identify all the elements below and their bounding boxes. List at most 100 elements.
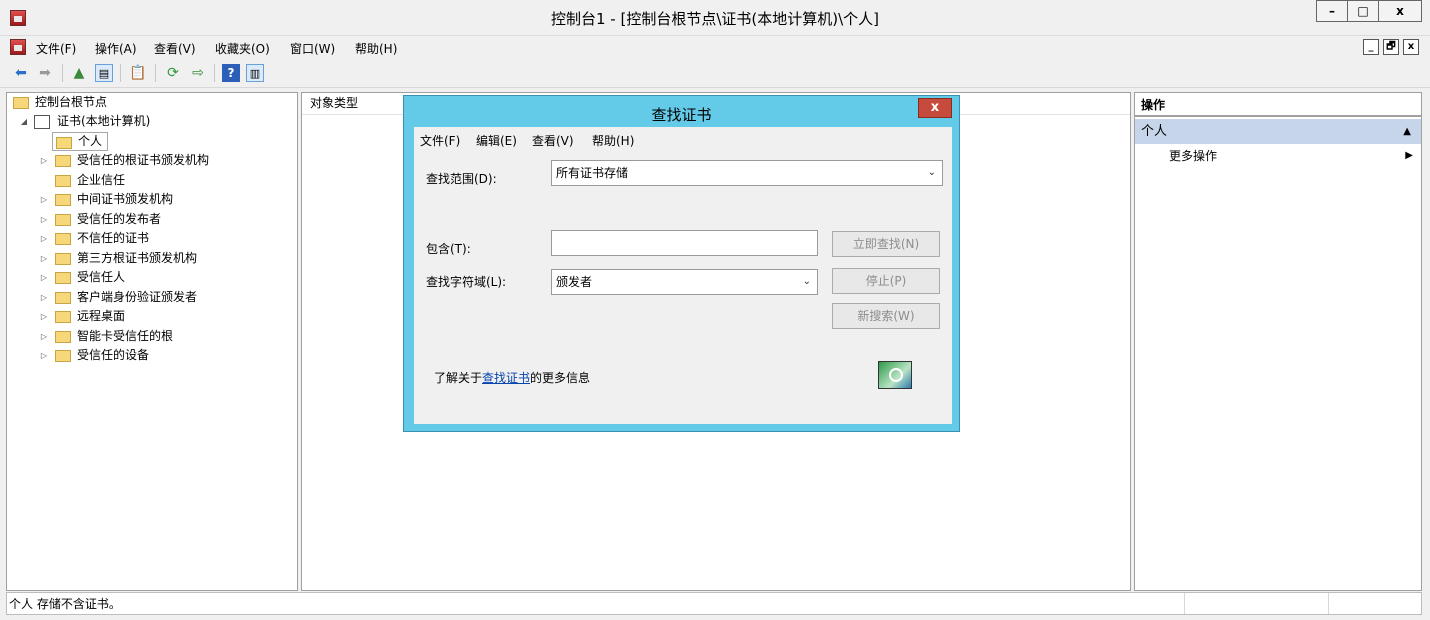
tree-node-label: 中间证书颁发机构 (77, 192, 174, 206)
contains-input[interactable] (551, 230, 818, 256)
collapsed-triangle-icon[interactable]: ▷ (39, 268, 49, 287)
folder-icon (55, 311, 71, 323)
actions-header: 操作 (1135, 93, 1421, 117)
up-folder-icon[interactable]: ▲ (70, 64, 88, 82)
dialog-menu-view[interactable]: 查看(V) (532, 132, 574, 149)
tree-node-label: 受信任的根证书颁发机构 (77, 153, 210, 167)
contains-label: 包含(T): (426, 242, 471, 256)
expanded-triangle-icon[interactable]: ◢ (19, 112, 29, 131)
title-bar: 控制台1 - [控制台根节点\证书(本地计算机)\个人] – □ x (0, 0, 1430, 36)
toolbar-separator (155, 64, 156, 82)
console-tree: 控制台根节点 ◢ 证书(本地计算机) 个人 ▷ 受信任的根证书颁发机构 企业信任… (6, 92, 298, 591)
dialog-title: 查找证书 (651, 106, 712, 124)
collapsed-triangle-icon[interactable]: ▷ (39, 346, 49, 365)
tree-node-label: 受信任的设备 (77, 348, 150, 362)
forward-arrow-icon[interactable]: ➡ (36, 64, 54, 82)
menu-action[interactable]: 操作(A) (95, 40, 137, 57)
chevron-down-icon: ⌄ (927, 167, 936, 178)
menu-favorites[interactable]: 收藏夹(O) (215, 40, 270, 57)
collapsed-triangle-icon[interactable]: ▷ (39, 190, 49, 209)
chevron-down-icon: ⌄ (802, 276, 811, 287)
scope-select[interactable]: 所有证书存储 ⌄ (551, 160, 943, 186)
menu-view[interactable]: 查看(V) (154, 40, 196, 57)
tree-node-label: 不信任的证书 (77, 231, 150, 245)
search-field-value: 颁发者 (556, 275, 593, 289)
mdi-close-button[interactable]: x (1403, 39, 1419, 55)
tree-node-label: 远程桌面 (77, 309, 126, 323)
clipboard-icon[interactable]: 📋 (129, 64, 147, 82)
search-field-select[interactable]: 颁发者 ⌄ (551, 269, 818, 295)
collapsed-triangle-icon[interactable]: ▷ (39, 288, 49, 307)
maximize-button[interactable]: □ (1347, 0, 1379, 22)
new-search-button[interactable]: 新搜索(W) (832, 303, 940, 329)
collapsed-triangle-icon[interactable]: ▷ (39, 307, 49, 326)
actions-section-personal[interactable]: 个人 ▲ (1135, 119, 1421, 144)
tree-node-label: 第三方根证书颁发机构 (77, 251, 198, 265)
show-hide-action-pane-icon[interactable]: ▥ (246, 64, 264, 82)
collapsed-triangle-icon[interactable]: ▷ (39, 327, 49, 346)
collapsed-triangle-icon[interactable]: ▷ (39, 151, 49, 170)
toolbar: ⬅ ➡ ▲ ▤ 📋 ⟳ ⇨ ? ▥ (0, 58, 1430, 88)
mdi-restore-button[interactable]: 🗗 (1383, 39, 1399, 55)
tree-node-label: 受信任的发布者 (77, 212, 162, 226)
mdi-app-icon[interactable] (10, 39, 26, 55)
close-button[interactable]: x (1378, 0, 1422, 22)
collapsed-triangle-icon[interactable]: ▷ (39, 210, 49, 229)
submenu-arrow-icon: ▶ (1405, 150, 1413, 161)
folder-icon (13, 97, 29, 109)
dialog-menu-edit[interactable]: 编辑(E) (476, 132, 517, 149)
menu-file[interactable]: 文件(F) (36, 40, 76, 57)
tree-node-label: 受信任人 (77, 270, 126, 284)
find-certificates-help-link[interactable]: 查找证书 (482, 371, 530, 385)
folder-icon (55, 331, 71, 343)
folder-icon (56, 137, 72, 149)
tree-node-label: 证书(本地计算机) (57, 114, 151, 128)
actions-section-label: 个人 (1141, 124, 1168, 139)
tree-node-label: 智能卡受信任的根 (77, 329, 174, 343)
stop-button[interactable]: 停止(P) (832, 268, 940, 294)
folder-icon (55, 350, 71, 362)
find-certificates-dialog: 查找证书 x 文件(F) 编辑(E) 查看(V) 帮助(H) 查找范围(D): … (403, 95, 960, 432)
toolbar-separator (214, 64, 215, 82)
collapse-up-triangle-icon[interactable]: ▲ (1403, 119, 1411, 144)
tree-node-label: 个人 (78, 134, 103, 148)
status-text: 个人 存储不含证书。 (9, 597, 121, 611)
find-now-button[interactable]: 立即查找(N) (832, 231, 940, 257)
toolbar-separator (120, 64, 121, 82)
tree-node-label: 客户端身份验证颁发者 (77, 290, 198, 304)
folder-icon (55, 253, 71, 265)
status-bar: 个人 存储不含证书。 (6, 592, 1422, 615)
window-title: 控制台1 - [控制台根节点\证书(本地计算机)\个人] (550, 10, 879, 28)
export-list-icon[interactable]: ⇨ (189, 64, 207, 82)
tree-node-personal[interactable]: 个人 (52, 132, 108, 151)
menu-bar: 文件(F) 操作(A) 查看(V) 收藏夹(O) 窗口(W) 帮助(H) _ 🗗… (0, 36, 1430, 58)
back-arrow-icon[interactable]: ⬅ (12, 64, 30, 82)
folder-icon (55, 175, 71, 187)
dialog-close-button[interactable]: x (918, 98, 952, 118)
status-cell (1184, 593, 1185, 614)
actions-pane: 操作 个人 ▲ 更多操作 ▶ (1134, 92, 1422, 591)
menu-help[interactable]: 帮助(H) (355, 40, 397, 57)
mdi-minimize-button[interactable]: _ (1363, 39, 1379, 55)
collapsed-triangle-icon[interactable]: ▷ (39, 249, 49, 268)
certificate-search-icon (878, 361, 912, 389)
status-cell (1328, 593, 1329, 614)
toolbar-separator (62, 64, 63, 82)
more-actions-label: 更多操作 (1169, 149, 1218, 163)
dialog-menu-help[interactable]: 帮助(H) (592, 132, 634, 149)
folder-icon (55, 272, 71, 284)
folder-icon (55, 233, 71, 245)
folder-icon (55, 155, 71, 167)
show-hide-tree-icon[interactable]: ▤ (95, 64, 113, 82)
tree-node-label: 控制台根节点 (35, 95, 108, 109)
refresh-icon[interactable]: ⟳ (164, 64, 182, 82)
more-actions-item[interactable]: 更多操作 ▶ (1135, 145, 1421, 167)
scope-label: 查找范围(D): (426, 172, 497, 186)
minimize-button[interactable]: – (1316, 0, 1348, 22)
certificate-computer-icon (34, 115, 50, 129)
dialog-menu-file[interactable]: 文件(F) (420, 132, 460, 149)
collapsed-triangle-icon[interactable]: ▷ (39, 229, 49, 248)
help-icon[interactable]: ? (222, 64, 240, 82)
menu-window[interactable]: 窗口(W) (290, 40, 335, 57)
info-suffix: 的更多信息 (530, 371, 591, 385)
